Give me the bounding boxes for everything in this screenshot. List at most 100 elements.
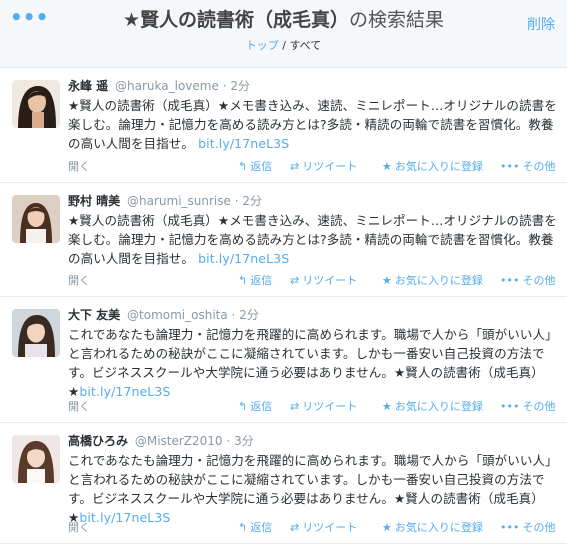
- author-name[interactable]: 大下 友美: [68, 308, 120, 322]
- reply-icon: ↰: [238, 274, 248, 287]
- avatar[interactable]: [12, 80, 60, 128]
- tweet-item[interactable]: 大下 友美 @tomomi_oshita · 2分 これであなたも論理力・記憶力…: [0, 297, 567, 423]
- breadcrumb-top-link[interactable]: トップ: [246, 39, 279, 52]
- avatar[interactable]: [12, 435, 60, 483]
- tweet-header: 野村 晴美 @harumi_sunrise · 2分: [68, 192, 557, 210]
- more-button[interactable]: ••• その他: [500, 520, 555, 536]
- favorite-button[interactable]: ★ お気に入りに登録: [382, 159, 483, 175]
- app-window: ••• ★賢人の読書術（成毛真）の検索結果 削除 トップ / すべて 永峰 遥 …: [0, 0, 567, 544]
- star-icon: ★: [382, 274, 392, 287]
- breadcrumb-current: すべて: [289, 39, 322, 52]
- tweet-actions: 開く ↰ 返信 ⇄ リツイート ★ お気に入りに登録 ••• その他: [68, 520, 557, 536]
- tweet-timestamp[interactable]: 2分: [239, 308, 259, 322]
- author-handle[interactable]: @MisterZ2010: [135, 434, 223, 448]
- tweet-timestamp[interactable]: 3分: [234, 434, 254, 448]
- tweet-item[interactable]: 永峰 遥 @haruka_loveme · 2分 ★賢人の読書術（成毛真）★メモ…: [0, 68, 567, 183]
- breadcrumb: トップ / すべて: [0, 38, 567, 54]
- favorite-label: お気に入りに登録: [394, 521, 483, 534]
- star-icon: ★: [382, 400, 392, 413]
- reply-label: 返信: [250, 400, 273, 413]
- tweet-item[interactable]: 野村 晴美 @harumi_sunrise · 2分 ★賢人の読書術（成毛真）★…: [0, 183, 567, 297]
- favorite-button[interactable]: ★ お気に入りに登録: [382, 273, 483, 289]
- author-name[interactable]: 永峰 遥: [68, 79, 108, 93]
- retweet-button[interactable]: ⇄ リツイート: [290, 159, 357, 175]
- tweet-header: 永峰 遥 @haruka_loveme · 2分: [68, 77, 557, 95]
- tweet-text-body: ★賢人の読書術（成毛真）★メモ書き込み、速読、ミニレポート…オリジナルの読書を楽…: [68, 213, 557, 266]
- page-title: ★賢人の読書術（成毛真）の検索結果: [0, 6, 567, 34]
- tweet-body: 大下 友美 @tomomi_oshita · 2分 これであなたも論理力・記憶力…: [68, 306, 557, 401]
- favorite-button[interactable]: ★ お気に入りに登録: [382, 399, 483, 415]
- author-name[interactable]: 野村 晴美: [68, 194, 120, 208]
- more-dots-icon: •••: [500, 160, 520, 173]
- retweet-icon: ⇄: [290, 274, 300, 287]
- more-label: その他: [522, 400, 556, 413]
- open-label: 開く: [68, 274, 90, 287]
- tweet-actions: 開く ↰ 返信 ⇄ リツイート ★ お気に入りに登録 ••• その他: [68, 399, 557, 415]
- open-tweet-button[interactable]: 開く: [68, 399, 90, 415]
- open-tweet-button[interactable]: 開く: [68, 159, 90, 175]
- retweet-icon: ⇄: [290, 521, 300, 534]
- more-label: その他: [522, 274, 556, 287]
- tweet-actions: 開く ↰ 返信 ⇄ リツイート ★ お気に入りに登録 ••• その他: [68, 273, 557, 289]
- star-icon: ★: [382, 521, 392, 534]
- tweet-timeline: 永峰 遥 @haruka_loveme · 2分 ★賢人の読書術（成毛真）★メモ…: [0, 68, 567, 544]
- favorite-label: お気に入りに登録: [394, 274, 483, 287]
- avatar[interactable]: [12, 195, 60, 243]
- open-tweet-button[interactable]: 開く: [68, 273, 90, 289]
- tweet-text-body: ★賢人の読書術（成毛真）★メモ書き込み、速読、ミニレポート…オリジナルの読書を楽…: [68, 98, 557, 151]
- retweet-button[interactable]: ⇄ リツイート: [290, 399, 357, 415]
- more-button[interactable]: ••• その他: [500, 399, 555, 415]
- open-label: 開く: [68, 521, 90, 534]
- separator-dot: ·: [234, 194, 239, 208]
- open-tweet-button[interactable]: 開く: [68, 520, 90, 536]
- separator-dot: ·: [231, 308, 236, 322]
- tweet-text: ★賢人の読書術（成毛真）★メモ書き込み、速読、ミニレポート…オリジナルの読書を楽…: [68, 211, 557, 268]
- open-label: 開く: [68, 400, 90, 413]
- author-handle[interactable]: @tomomi_oshita: [127, 308, 228, 322]
- reply-icon: ↰: [238, 400, 248, 413]
- retweet-button[interactable]: ⇄ リツイート: [290, 520, 357, 536]
- more-dots-icon: •••: [500, 274, 520, 287]
- favorite-label: お気に入りに登録: [394, 400, 483, 413]
- author-handle[interactable]: @haruka_loveme: [115, 79, 219, 93]
- tweet-actions: 開く ↰ 返信 ⇄ リツイート ★ お気に入りに登録 ••• その他: [68, 159, 557, 175]
- star-icon: ★: [382, 160, 392, 173]
- tweet-link[interactable]: bit.ly/17neL3S: [79, 384, 170, 399]
- retweet-label: リツイート: [302, 160, 358, 173]
- retweet-button[interactable]: ⇄ リツイート: [290, 273, 357, 289]
- retweet-label: リツイート: [302, 274, 358, 287]
- tweet-body: 野村 晴美 @harumi_sunrise · 2分 ★賢人の読書術（成毛真）★…: [68, 192, 557, 268]
- more-button[interactable]: ••• その他: [500, 273, 555, 289]
- reply-icon: ↰: [238, 521, 248, 534]
- reply-button[interactable]: ↰ 返信: [238, 520, 272, 536]
- separator-dot: ·: [226, 434, 231, 448]
- author-handle[interactable]: @harumi_sunrise: [127, 194, 231, 208]
- more-button[interactable]: ••• その他: [500, 159, 555, 175]
- separator-dot: ·: [222, 79, 227, 93]
- tweet-timestamp[interactable]: 2分: [242, 194, 262, 208]
- reply-button[interactable]: ↰ 返信: [238, 273, 272, 289]
- reply-button[interactable]: ↰ 返信: [238, 159, 272, 175]
- tweet-item[interactable]: 高橋ひろみ @MisterZ2010 · 3分 これであなたも論理力・記憶力を飛…: [0, 423, 567, 544]
- tweet-link[interactable]: bit.ly/17neL3S: [198, 251, 289, 266]
- reply-icon: ↰: [238, 160, 248, 173]
- title-suffix: の検索結果: [349, 9, 445, 31]
- tweet-header: 高橋ひろみ @MisterZ2010 · 3分: [68, 432, 557, 450]
- tweet-link[interactable]: bit.ly/17neL3S: [198, 136, 289, 151]
- tweet-timestamp[interactable]: 2分: [230, 79, 250, 93]
- open-label: 開く: [68, 160, 90, 173]
- delete-search-button[interactable]: 削除: [527, 14, 555, 34]
- tweet-body: 高橋ひろみ @MisterZ2010 · 3分 これであなたも論理力・記憶力を飛…: [68, 432, 557, 527]
- tweet-text: これであなたも論理力・記憶力を飛躍的に高められます。職場で人から「頭がいい人」と…: [68, 451, 557, 527]
- more-label: その他: [522, 521, 556, 534]
- reply-label: 返信: [250, 160, 273, 173]
- author-name[interactable]: 高橋ひろみ: [68, 434, 128, 448]
- avatar[interactable]: [12, 309, 60, 357]
- tweet-header: 大下 友美 @tomomi_oshita · 2分: [68, 306, 557, 324]
- retweet-label: リツイート: [302, 521, 358, 534]
- tweet-body: 永峰 遥 @haruka_loveme · 2分 ★賢人の読書術（成毛真）★メモ…: [68, 77, 557, 153]
- favorite-label: お気に入りに登録: [394, 160, 483, 173]
- reply-button[interactable]: ↰ 返信: [238, 399, 272, 415]
- more-dots-icon: •••: [500, 521, 520, 534]
- favorite-button[interactable]: ★ お気に入りに登録: [382, 520, 483, 536]
